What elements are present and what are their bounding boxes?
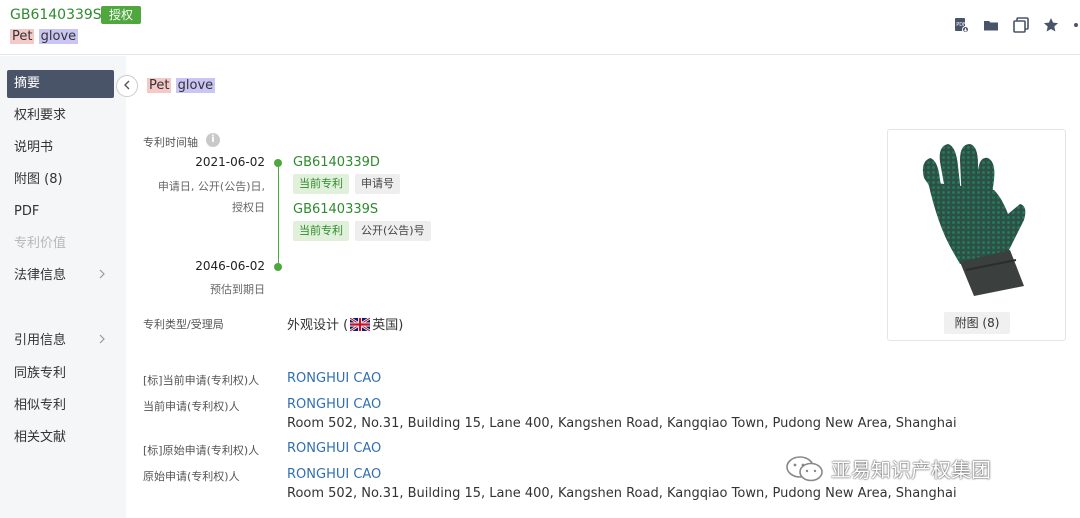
sidebar-item-citations[interactable]: 引用信息 bbox=[7, 327, 114, 355]
sidebar-item-abstract[interactable]: 摘要 bbox=[7, 70, 114, 98]
sidebar-item-pdf[interactable]: PDF bbox=[7, 198, 114, 226]
title-highlight-pet: Pet bbox=[147, 78, 172, 93]
chevron-right-icon bbox=[98, 262, 106, 290]
collapse-sidebar-button[interactable] bbox=[116, 75, 138, 97]
sidebar-item-label: 法律信息 bbox=[14, 268, 67, 283]
sidebar-item-family[interactable]: 同族专利 bbox=[7, 360, 114, 388]
sidebar-item-similar[interactable]: 相似专利 bbox=[7, 392, 114, 420]
uk-flag-icon bbox=[349, 316, 371, 335]
sidebar-item-related-docs[interactable]: 相关文献 bbox=[7, 424, 114, 452]
std-original-applicant-link[interactable]: RONGHUI CAO bbox=[287, 441, 381, 456]
page-title: Pet glove bbox=[147, 78, 216, 93]
sidebar-item-claims[interactable]: 权利要求 bbox=[7, 102, 114, 130]
folder-icon[interactable] bbox=[982, 16, 1000, 34]
current-applicant-address: Room 502, No.31, Building 15, Lane 400, … bbox=[287, 416, 957, 431]
sidebar: 摘要 权利要求 说明书 附图 (8) PDF 专利价值 法律信息 引用信息 同族… bbox=[0, 56, 126, 518]
status-badge: 授权 bbox=[101, 6, 142, 24]
sidebar-item-legal-info[interactable]: 法律信息 bbox=[7, 262, 114, 290]
publication-number-link[interactable]: GB6140339S bbox=[293, 202, 378, 217]
glove-image[interactable] bbox=[916, 140, 1038, 300]
std-current-applicant-link[interactable]: RONGHUI CAO bbox=[287, 371, 381, 386]
chevron-right-icon bbox=[98, 327, 106, 355]
application-number-tag: 申请号 bbox=[355, 174, 400, 194]
patent-header: GB6140339S 授权 Pet glove PDF bbox=[0, 0, 1080, 55]
date-description: 预估到期日 bbox=[210, 283, 265, 296]
date-description: 申请日, 公开(公告)日, bbox=[157, 180, 265, 193]
figures-button[interactable]: 附图 (8) bbox=[944, 312, 1010, 334]
expiry-date: 2046-06-02 bbox=[195, 259, 265, 273]
sidebar-item-description[interactable]: 说明书 bbox=[7, 134, 114, 162]
title-highlight-glove: glove bbox=[38, 29, 79, 44]
figure-card[interactable] bbox=[887, 129, 1066, 341]
wechat-icon bbox=[785, 455, 825, 483]
patent-type-value: 外观设计 ( 英国) bbox=[287, 314, 403, 335]
timeline-line bbox=[278, 162, 279, 266]
sidebar-item-label: 引用信息 bbox=[14, 333, 67, 348]
sidebar-item-figures[interactable]: 附图 (8) bbox=[7, 166, 114, 194]
patent-type-text: 外观设计 ( bbox=[287, 318, 349, 333]
original-applicant-link[interactable]: RONGHUI CAO bbox=[287, 467, 381, 482]
header-toolbar: PDF bbox=[952, 16, 1080, 34]
date-description: 授权日 bbox=[232, 201, 265, 214]
watermark-text: 亚易知识产权集团 bbox=[831, 458, 991, 482]
more-icon[interactable] bbox=[1072, 16, 1080, 34]
current-applicant-label: 当前申请(专利权)人 bbox=[143, 400, 240, 413]
patent-type-label: 专利类型/受理局 bbox=[143, 318, 224, 331]
timeline-label: 专利时间轴 bbox=[143, 136, 198, 149]
timeline-dot bbox=[274, 159, 282, 167]
star-icon[interactable] bbox=[1042, 16, 1060, 34]
copy-icon[interactable] bbox=[1012, 16, 1030, 34]
application-date: 2021-06-02 bbox=[195, 155, 265, 169]
pdf-download-icon[interactable]: PDF bbox=[952, 16, 970, 34]
sidebar-item-patent-value: 专利价值 bbox=[14, 236, 67, 251]
application-number-link[interactable]: GB6140339D bbox=[293, 155, 380, 170]
watermark: 亚易知识产权集团 bbox=[785, 454, 991, 483]
std-original-applicant-label: [标]原始申请(专利权)人 bbox=[143, 444, 260, 457]
current-patent-tag: 当前专利 bbox=[293, 221, 349, 241]
original-applicant-address: Room 502, No.31, Building 15, Lane 400, … bbox=[287, 486, 957, 501]
current-patent-tag: 当前专利 bbox=[293, 174, 349, 194]
title-highlight-glove: glove bbox=[175, 78, 216, 93]
original-applicant-label: 原始申请(专利权)人 bbox=[143, 470, 240, 483]
timeline-dot bbox=[274, 263, 282, 271]
chevron-left-icon bbox=[123, 79, 131, 94]
title-highlight-pet: Pet bbox=[10, 29, 35, 44]
info-icon[interactable]: i bbox=[206, 133, 220, 147]
publication-number-tag: 公开(公告)号 bbox=[355, 221, 431, 241]
publication-number[interactable]: GB6140339S bbox=[10, 7, 102, 23]
std-current-applicant-label: [标]当前申请(专利权)人 bbox=[143, 374, 260, 387]
country-text: 英国) bbox=[372, 318, 404, 333]
current-applicant-link[interactable]: RONGHUI CAO bbox=[287, 397, 381, 412]
header-title: Pet glove bbox=[10, 29, 79, 44]
